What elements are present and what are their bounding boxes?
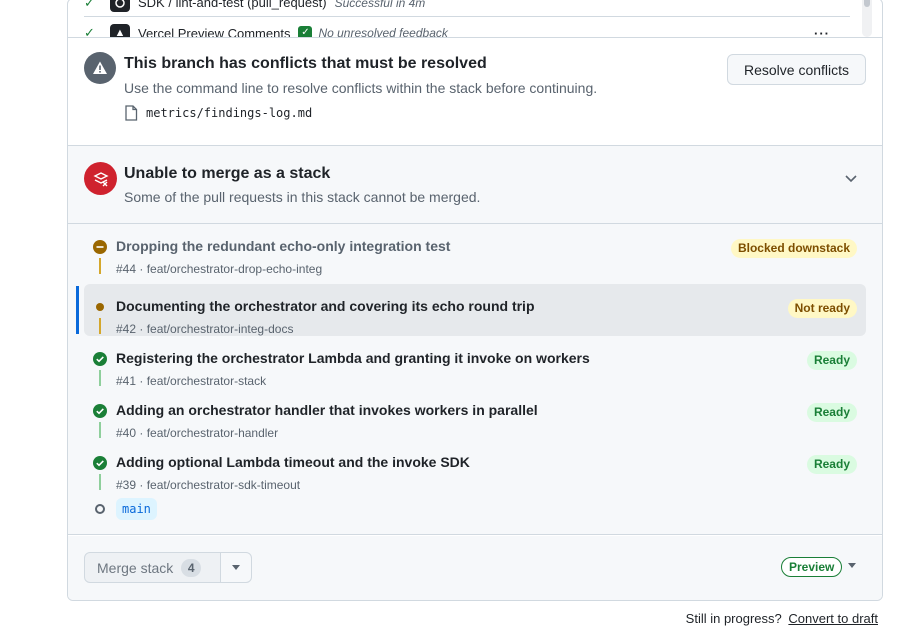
chevron-down-icon[interactable]	[842, 169, 860, 187]
checks-list: ✓ SDK / lint-and-test (pull_request) Suc…	[68, 0, 882, 37]
stack-status-header[interactable]: Unable to merge as a stack Some of the p…	[68, 146, 882, 224]
stack-description: Some of the pull requests in this stack …	[124, 189, 481, 205]
list-item[interactable]: Documenting the orchestrator and coverin…	[84, 284, 866, 336]
check-icon: ✓	[84, 0, 95, 10]
stack-pr-list: Dropping the redundant echo-only integra…	[68, 224, 882, 535]
pr-branch: feat/orchestrator-sdk-timeout	[146, 478, 301, 492]
check-name: SDK / lint-and-test (pull_request)	[138, 0, 327, 10]
preview-badge[interactable]: Preview	[781, 557, 843, 577]
stack-connector	[99, 370, 101, 386]
list-item[interactable]: Registering the orchestrator Lambda and …	[84, 336, 866, 388]
pr-number: #39	[116, 478, 137, 492]
stack-connector	[99, 258, 101, 274]
dot-fill-icon	[96, 303, 104, 311]
convert-to-draft-link[interactable]: Convert to draft	[788, 611, 878, 626]
resolve-conflicts-button[interactable]: Resolve conflicts	[727, 54, 866, 85]
alert-icon	[84, 52, 116, 84]
conflict-title: This branch has conflicts that must be r…	[124, 55, 487, 72]
conflict-file-name: metrics/findings-log.md	[146, 106, 313, 120]
stack-title: Unable to merge as a stack	[124, 165, 331, 182]
merge-footer: Merge stack 4 Preview	[68, 536, 882, 600]
pr-title[interactable]: Dropping the redundant echo-only integra…	[116, 238, 450, 254]
pr-number: #41	[116, 374, 137, 388]
stack-connector	[99, 318, 101, 334]
conflict-file: metrics/findings-log.md	[124, 105, 312, 121]
current-pr-indicator	[76, 286, 79, 334]
base-branch[interactable]: main	[116, 498, 157, 520]
merge-stack-button[interactable]: Merge stack 4	[84, 552, 221, 583]
pr-meta: #42 · feat/orchestrator-integ-docs	[116, 322, 294, 336]
pr-meta: #39 · feat/orchestrator-sdk-timeout	[116, 478, 301, 492]
pr-title[interactable]: Documenting the orchestrator and coverin…	[116, 298, 535, 314]
check-circle-icon	[93, 352, 107, 366]
merge-count-badge: 4	[181, 558, 202, 577]
list-item[interactable]: Adding optional Lambda timeout and the i…	[84, 440, 866, 492]
draft-note: Still in progress? Convert to draft	[686, 611, 878, 626]
pr-branch: feat/orchestrator-integ-docs	[146, 322, 294, 336]
base-branch-row: main	[84, 498, 284, 520]
blocked-icon	[93, 240, 107, 254]
pr-branch: feat/orchestrator-drop-echo-integ	[146, 262, 323, 276]
list-item[interactable]: Adding an orchestrator handler that invo…	[84, 388, 866, 440]
merge-stack-label: Merge stack	[97, 559, 174, 576]
vercel-icon: ▲	[110, 24, 130, 37]
check-status: Successful in 4m	[334, 0, 426, 10]
draft-note-text: Still in progress?	[685, 611, 782, 626]
check-circle-icon	[93, 404, 107, 418]
merge-box: ✓ SDK / lint-and-test (pull_request) Suc…	[67, 0, 883, 601]
pr-meta: #40 · feat/orchestrator-handler	[116, 426, 279, 440]
conflict-section: This branch has conflicts that must be r…	[68, 37, 882, 146]
github-actions-icon	[110, 0, 130, 12]
pr-branch: feat/orchestrator-stack	[146, 374, 267, 388]
conflict-description: Use the command line to resolve conflict…	[124, 80, 598, 96]
pr-number: #40	[116, 426, 137, 440]
stack-connector	[99, 422, 101, 438]
stack-blocked-icon	[84, 162, 117, 195]
check-name: Vercel Preview Comments	[138, 25, 291, 38]
commit-ring-icon	[95, 504, 105, 514]
pr-title[interactable]: Adding an orchestrator handler that invo…	[116, 402, 538, 418]
merge-options-button[interactable]	[220, 552, 252, 583]
pr-meta: #44 · feat/orchestrator-drop-echo-integ	[116, 262, 323, 276]
pr-title[interactable]: Adding optional Lambda timeout and the i…	[116, 454, 470, 470]
list-item[interactable]: Dropping the redundant echo-only integra…	[84, 224, 866, 276]
triangle-down-icon[interactable]	[848, 563, 856, 568]
pr-number: #42	[116, 322, 137, 336]
status-badge: Ready	[806, 403, 857, 422]
file-icon	[125, 105, 138, 121]
more-options-icon[interactable]: ···	[814, 26, 830, 38]
triangle-down-icon	[232, 564, 240, 570]
pr-meta: #41 · feat/orchestrator-stack	[116, 374, 267, 388]
status-badge: Blocked downstack	[730, 239, 857, 258]
check-icon: ✓	[84, 25, 95, 37]
check-row[interactable]: ✓ SDK / lint-and-test (pull_request) Suc…	[84, 0, 850, 17]
pr-number: #44	[116, 262, 137, 276]
check-box-icon: ✓	[298, 26, 313, 37]
check-row[interactable]: ✓ ▲ Vercel Preview Comments ✓ No unresol…	[84, 22, 850, 37]
stack-connector	[99, 474, 101, 490]
check-status: No unresolved feedback	[318, 26, 448, 37]
pr-title[interactable]: Registering the orchestrator Lambda and …	[116, 350, 590, 366]
status-badge: Ready	[806, 351, 857, 370]
pr-branch: feat/orchestrator-handler	[146, 426, 279, 440]
scrollbar[interactable]	[862, 0, 872, 37]
status-badge: Ready	[806, 455, 857, 474]
status-badge: Not ready	[787, 299, 857, 318]
check-circle-icon	[93, 456, 107, 470]
